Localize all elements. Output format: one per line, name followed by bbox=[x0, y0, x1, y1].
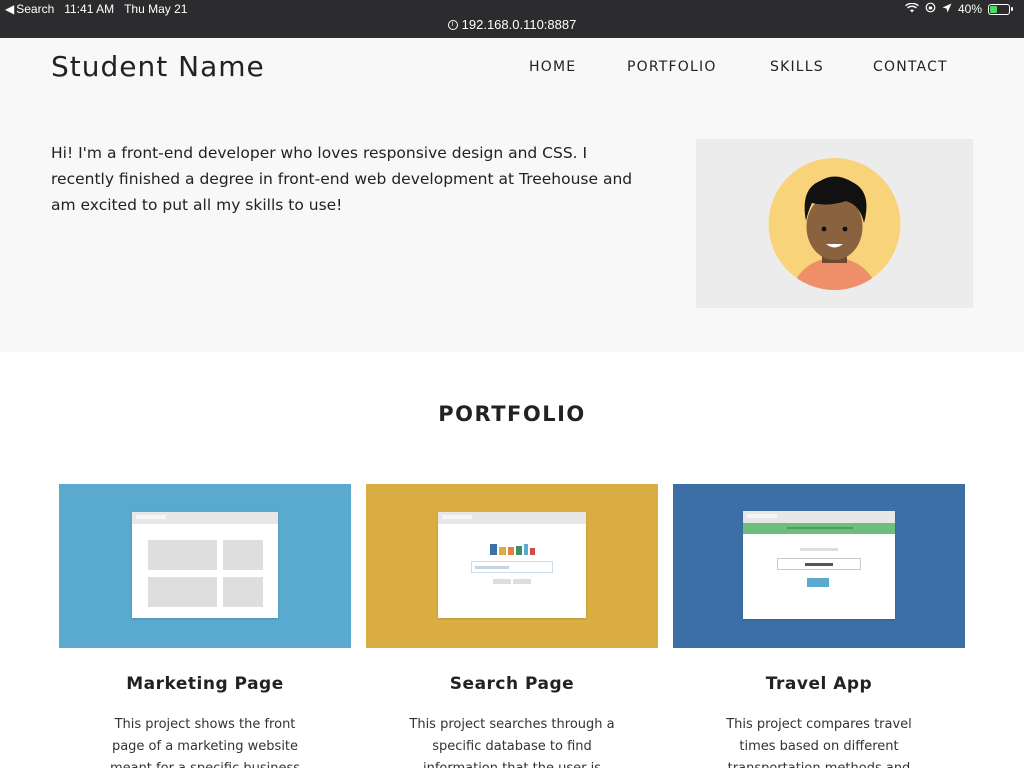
nav-home[interactable]: HOME bbox=[529, 59, 576, 75]
search-page-mockup bbox=[438, 512, 586, 618]
marketing-page-mockup bbox=[132, 512, 278, 618]
avatar bbox=[768, 158, 901, 290]
status-date: Thu May 21 bbox=[124, 2, 188, 16]
project-title[interactable]: Marketing Page bbox=[59, 674, 351, 694]
ios-status-bar: ◀ Search 11:41 AM Thu May 21 40% i 192.1… bbox=[0, 0, 1024, 38]
portfolio-card-search[interactable]: Search Page This project searches throug… bbox=[366, 484, 658, 768]
portfolio-card-marketing[interactable]: Marketing Page This project shows the fr… bbox=[59, 484, 351, 768]
avatar-frame bbox=[696, 139, 973, 308]
portfolio-card-travel[interactable]: Travel App This project compares travel … bbox=[673, 484, 965, 768]
address-bar[interactable]: i 192.168.0.110:8887 bbox=[0, 17, 1024, 32]
mockup-toolbar bbox=[132, 512, 278, 524]
back-to-app[interactable]: ◀ Search bbox=[5, 2, 54, 16]
orientation-lock-icon bbox=[925, 2, 936, 16]
nav-skills[interactable]: SKILLS bbox=[770, 59, 824, 75]
battery-level bbox=[990, 5, 997, 13]
project-thumbnail[interactable] bbox=[366, 484, 658, 648]
hero-section: Student Name HOME PORTFOLIO SKILLS CONTA… bbox=[0, 38, 1024, 352]
portfolio-heading: PORTFOLIO bbox=[438, 402, 586, 426]
back-label: Search bbox=[16, 2, 55, 16]
battery-icon bbox=[988, 3, 1013, 15]
url-text: 192.168.0.110:8887 bbox=[461, 17, 577, 32]
project-description: This project shows the front page of a m… bbox=[110, 717, 300, 768]
project-description: This project searches through a specific… bbox=[409, 717, 615, 768]
project-title[interactable]: Search Page bbox=[366, 674, 658, 694]
bio-text: Hi! I'm a front-end developer who loves … bbox=[51, 144, 633, 214]
location-icon bbox=[942, 2, 952, 16]
wifi-icon bbox=[905, 2, 919, 16]
back-triangle-icon: ◀ bbox=[5, 2, 15, 16]
nav-contact[interactable]: CONTACT bbox=[873, 59, 948, 75]
info-icon: i bbox=[447, 19, 458, 30]
project-thumbnail[interactable] bbox=[59, 484, 351, 648]
status-right: 40% bbox=[905, 2, 1013, 16]
project-title[interactable]: Travel App bbox=[673, 674, 965, 694]
project-thumbnail[interactable] bbox=[673, 484, 965, 648]
mockup-toolbar bbox=[743, 511, 895, 523]
battery-percent: 40% bbox=[957, 2, 982, 16]
travel-app-mockup bbox=[743, 511, 895, 619]
nav-portfolio[interactable]: PORTFOLIO bbox=[627, 59, 717, 75]
project-description: This project compares travel times based… bbox=[726, 717, 912, 768]
status-left: ◀ Search 11:41 AM Thu May 21 bbox=[5, 2, 187, 16]
site-name[interactable]: Student Name bbox=[51, 50, 265, 83]
mockup-toolbar bbox=[438, 512, 586, 524]
status-time: 11:41 AM bbox=[64, 2, 115, 16]
